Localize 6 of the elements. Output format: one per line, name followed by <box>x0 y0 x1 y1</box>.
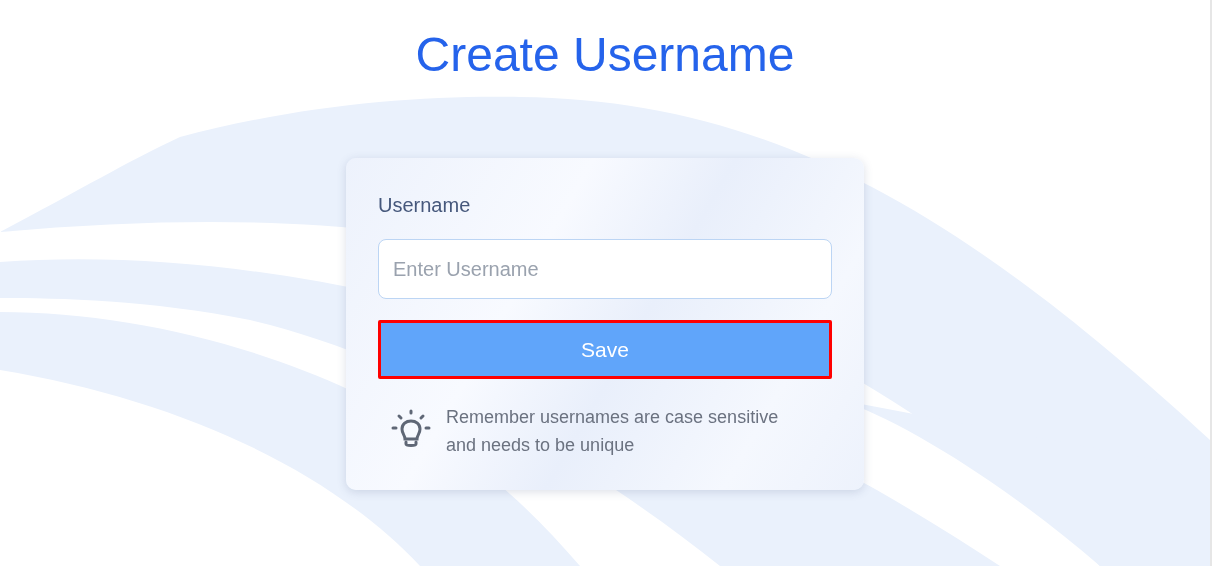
tip-text: Remember usernames are case sensitive and needs to be unique <box>446 406 780 457</box>
field-label: Username <box>378 193 471 218</box>
save-button[interactable]: Save <box>378 320 832 379</box>
lightbulb-icon <box>391 409 431 449</box>
page-title: Create Username <box>415 27 795 83</box>
username-input-field[interactable]: Enter Username <box>378 239 832 299</box>
